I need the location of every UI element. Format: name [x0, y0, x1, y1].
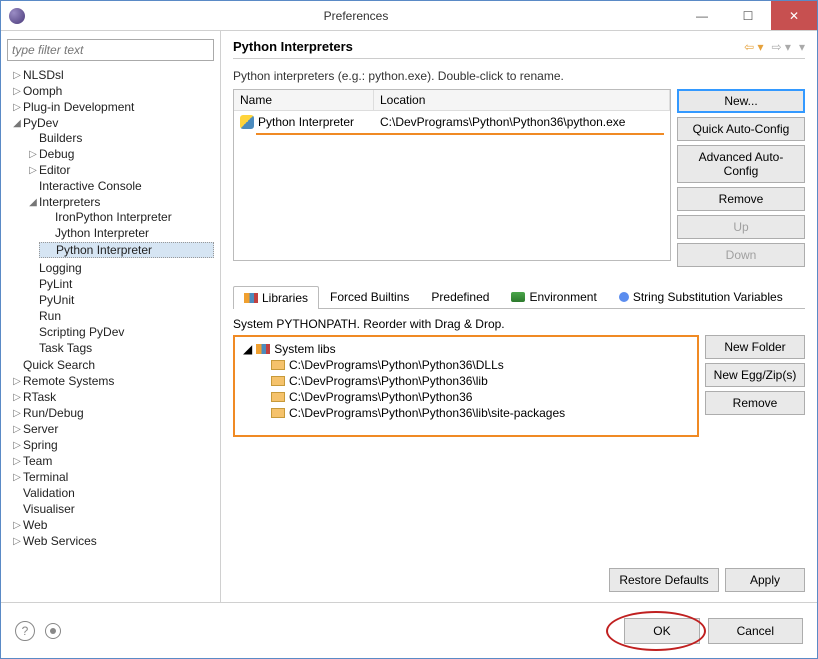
tree-spring[interactable]: ▷Spring — [7, 438, 214, 452]
col-location[interactable]: Location — [374, 90, 670, 110]
description: Python interpreters (e.g.: python.exe). … — [233, 69, 805, 83]
col-name[interactable]: Name — [234, 90, 374, 110]
remove-interpreter-button[interactable]: Remove — [677, 187, 805, 211]
interpreter-row[interactable]: Python Interpreter C:\DevPrograms\Python… — [234, 111, 670, 133]
lib-path[interactable]: C:\DevPrograms\Python\Python36\lib\site-… — [267, 405, 693, 421]
forward-icon[interactable]: ⇨ ▾ — [772, 40, 791, 54]
environment-icon — [511, 292, 525, 302]
tree-python-interpreter[interactable]: Python Interpreter — [39, 242, 214, 258]
tree-visualiser[interactable]: Visualiser — [7, 502, 214, 516]
footer: ? OK Cancel — [1, 602, 817, 658]
tree-web[interactable]: ▷Web — [7, 518, 214, 532]
help-icon[interactable]: ? — [15, 621, 35, 641]
window-title: Preferences — [33, 9, 679, 23]
tree-pylint[interactable]: PyLint — [23, 277, 214, 291]
python-icon — [240, 115, 254, 129]
tree-logging[interactable]: Logging — [23, 261, 214, 275]
new-egg-button[interactable]: New Egg/Zip(s) — [705, 363, 805, 387]
tree-interpreters[interactable]: ◢Interpreters — [23, 195, 214, 209]
new-folder-button[interactable]: New Folder — [705, 335, 805, 359]
string-sub-icon — [619, 292, 629, 302]
tree-remote[interactable]: ▷Remote Systems — [7, 374, 214, 388]
tree-oomph[interactable]: ▷Oomph — [7, 84, 214, 98]
highlight-underline — [256, 133, 664, 135]
system-libs-node[interactable]: ◢System libs — [239, 341, 693, 357]
new-button[interactable]: New... — [677, 89, 805, 113]
menu-icon[interactable]: ▾ — [799, 40, 805, 54]
interpreters-table: Name Location Python Interpreter C:\DevP… — [233, 89, 671, 261]
down-button[interactable]: Down — [677, 243, 805, 267]
filter-input[interactable] — [7, 39, 214, 61]
tree-interactive-console[interactable]: Interactive Console — [23, 179, 214, 193]
tree-debug[interactable]: ▷Debug — [23, 147, 214, 161]
tree-scripting[interactable]: Scripting PyDev — [23, 325, 214, 339]
tab-forced-builtins[interactable]: Forced Builtins — [319, 285, 420, 308]
tree-nlsdsl[interactable]: ▷NLSDsl — [7, 68, 214, 82]
ok-button[interactable]: OK — [624, 618, 699, 644]
maximize-button[interactable]: ☐ — [725, 1, 771, 30]
tabs: Libraries Forced Builtins Predefined Env… — [233, 285, 805, 309]
tree-plugin-dev[interactable]: ▷Plug-in Development — [7, 100, 214, 114]
tree-webservices[interactable]: ▷Web Services — [7, 534, 214, 548]
pythonpath-label: System PYTHONPATH. Reorder with Drag & D… — [233, 317, 805, 331]
tree-tasktags[interactable]: Task Tags — [23, 341, 214, 355]
tree-builders[interactable]: Builders — [23, 131, 214, 145]
tree-jython[interactable]: Jython Interpreter — [39, 226, 214, 240]
window-controls: — ☐ ✕ — [679, 1, 817, 30]
progress-icon[interactable] — [45, 623, 61, 639]
tree-server[interactable]: ▷Server — [7, 422, 214, 436]
tree-validation[interactable]: Validation — [7, 486, 214, 500]
advanced-auto-config-button[interactable]: Advanced Auto-Config — [677, 145, 805, 183]
lib-path[interactable]: C:\DevPrograms\Python\Python36 — [267, 389, 693, 405]
tree-pydev[interactable]: ◢PyDev — [7, 116, 214, 130]
close-button[interactable]: ✕ — [771, 1, 817, 30]
tab-libraries[interactable]: Libraries — [233, 286, 319, 309]
main-panel: Python Interpreters ⇦ ▾ ⇨ ▾ ▾ Python int… — [221, 31, 817, 602]
tree-rtask[interactable]: ▷RTask — [7, 390, 214, 404]
up-button[interactable]: Up — [677, 215, 805, 239]
app-icon — [9, 8, 25, 24]
nav-icons: ⇦ ▾ ⇨ ▾ ▾ — [744, 40, 805, 54]
lib-path[interactable]: C:\DevPrograms\Python\Python36\DLLs — [267, 357, 693, 373]
sidebar: ▷NLSDsl ▷Oomph ▷Plug-in Development ◢PyD… — [1, 31, 221, 602]
cancel-button[interactable]: Cancel — [708, 618, 803, 644]
system-libs-tree: ◢System libs C:\DevPrograms\Python\Pytho… — [233, 335, 699, 437]
tree-run[interactable]: Run — [23, 309, 214, 323]
libs-icon — [256, 344, 270, 354]
folder-icon — [271, 408, 285, 418]
tree-terminal[interactable]: ▷Terminal — [7, 470, 214, 484]
page-title: Python Interpreters — [233, 39, 744, 54]
apply-button[interactable]: Apply — [725, 568, 805, 592]
tree-team[interactable]: ▷Team — [7, 454, 214, 468]
preferences-tree: ▷NLSDsl ▷Oomph ▷Plug-in Development ◢PyD… — [7, 67, 214, 549]
folder-icon — [271, 376, 285, 386]
tab-string-substitution[interactable]: String Substitution Variables — [608, 285, 794, 308]
restore-defaults-button[interactable]: Restore Defaults — [609, 568, 719, 592]
libraries-icon — [244, 293, 258, 303]
titlebar: Preferences — ☐ ✕ — [1, 1, 817, 31]
tree-quicksearch[interactable]: Quick Search — [7, 358, 214, 372]
tree-rundebug[interactable]: ▷Run/Debug — [7, 406, 214, 420]
tree-ironpython[interactable]: IronPython Interpreter — [39, 210, 214, 224]
tree-editor[interactable]: ▷Editor — [23, 163, 214, 177]
tab-predefined[interactable]: Predefined — [420, 285, 500, 308]
lib-path[interactable]: C:\DevPrograms\Python\Python36\lib — [267, 373, 693, 389]
back-icon[interactable]: ⇦ ▾ — [744, 40, 763, 54]
minimize-button[interactable]: — — [679, 1, 725, 30]
tab-environment[interactable]: Environment — [500, 285, 607, 308]
folder-icon — [271, 392, 285, 402]
folder-icon — [271, 360, 285, 370]
tree-pyunit[interactable]: PyUnit — [23, 293, 214, 307]
quick-auto-config-button[interactable]: Quick Auto-Config — [677, 117, 805, 141]
remove-lib-button[interactable]: Remove — [705, 391, 805, 415]
